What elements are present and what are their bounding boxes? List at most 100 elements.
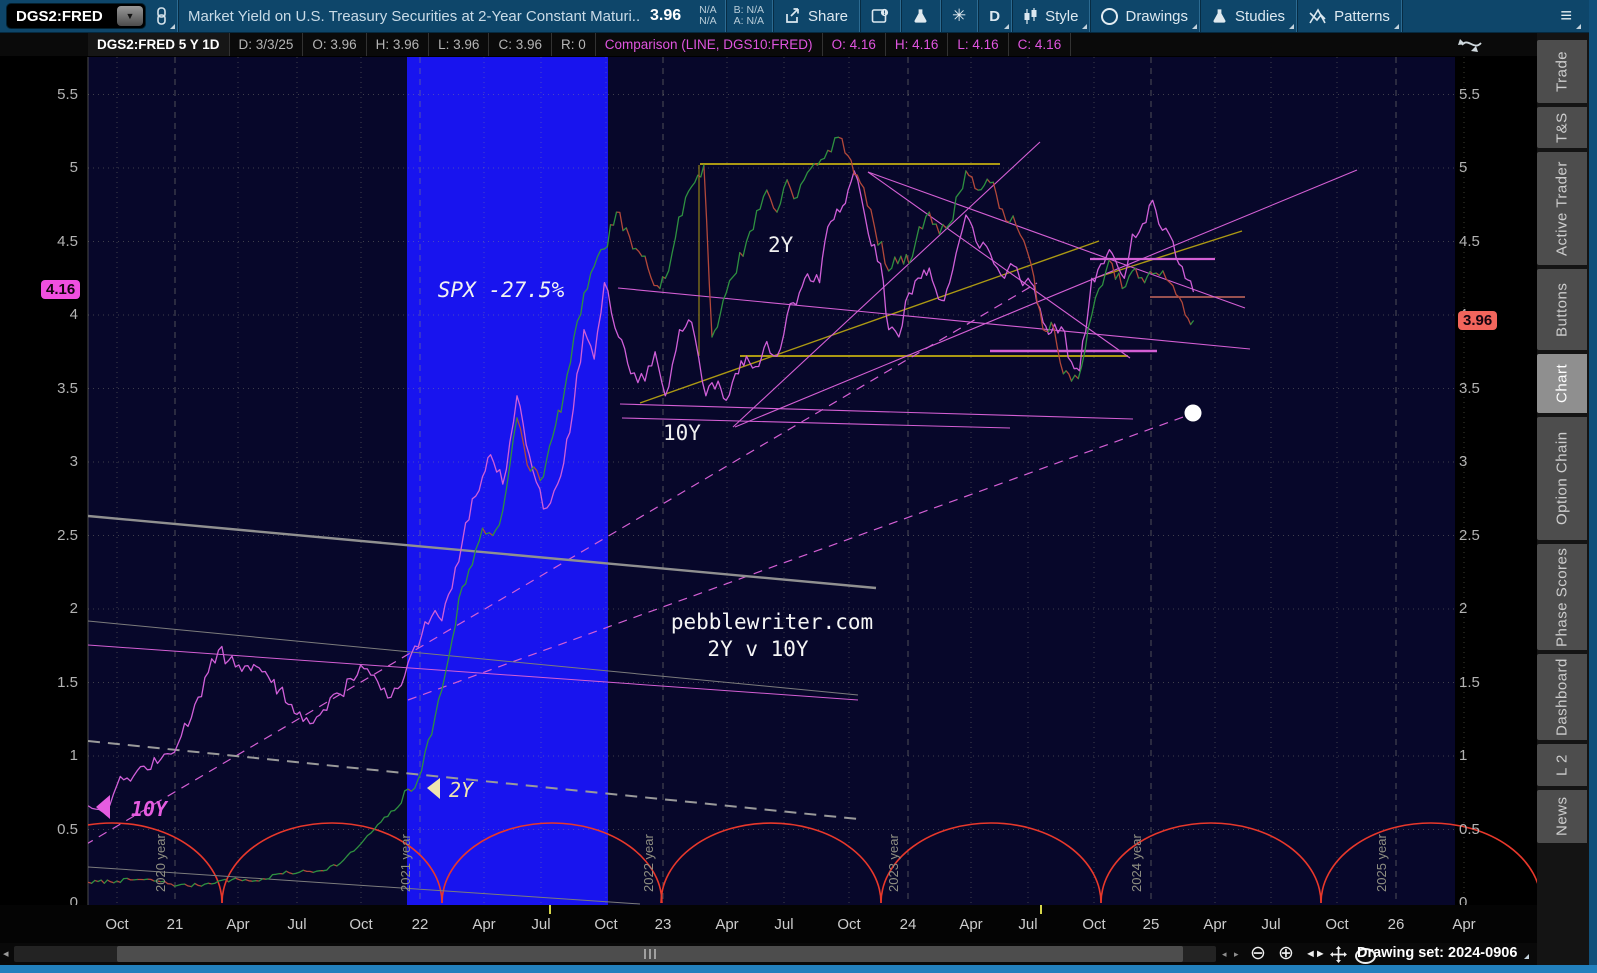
axis-marker-tick [549,905,551,914]
y-axis-label: 5.5 [1459,85,1480,103]
last-price: 3.96 [650,7,682,24]
chart-annotation: 2Y v 10Y [707,637,809,661]
axis-marker-tick [1040,905,1042,914]
sidebar-tab-chart[interactable]: Chart [1537,354,1587,413]
chart-scrollbar-handle[interactable] [117,946,1183,962]
top-toolbar: DGS2:FRED ▼ Market Yield on U.S. Treasur… [0,0,1597,33]
ohlc-field: L: 3.96 [429,33,490,56]
dropdown-corner [1524,954,1530,959]
chart-symbol-info[interactable]: DGS2:FRED 5 Y 1D [88,33,230,56]
sidebar-tab-dashboard[interactable]: Dashboard [1537,654,1587,740]
scrollbar-grip-icon [643,949,657,959]
x-axis-label: 21 [166,916,184,933]
timeframe-button[interactable]: D [978,0,1011,32]
y-axis-label: 3.5 [1459,379,1480,397]
year-label: 2022 year [641,834,656,892]
symbol-input[interactable]: DGS2:FRED ▼ [6,3,146,29]
patterns-button[interactable]: Patterns [1297,0,1401,32]
x-axis-label: Jul [287,916,307,933]
y-axis-label: 2 [1459,600,1468,617]
sidebar-tab-buttons[interactable]: Buttons [1537,269,1587,350]
events-button[interactable]: ! [860,0,900,32]
svg-text:!: ! [883,9,887,17]
chart-scrollbar-track[interactable] [14,946,1216,962]
x-axis-label: Oct [594,916,618,933]
x-axis-label: Oct [1082,916,1106,933]
drawing-set-button[interactable]: Drawing set: 2024-0906 [1357,945,1530,961]
y-axis-label: 4 [69,306,78,323]
drawings-button[interactable]: Drawings [1090,0,1199,32]
last-price-badge: 3.96 [1458,311,1498,330]
scroll-left-icon[interactable]: ◂ [3,947,9,960]
comparison-ohlc-field: C: 4.16 [1009,33,1072,56]
y-axis-label: 4.5 [57,232,78,250]
window-border-bottom [0,965,1597,973]
instrument-title: Market Yield on U.S. Treasury Securities… [188,7,640,25]
dropdown-corner [1393,24,1399,29]
chart-annotation: 10Y [131,797,169,821]
sidebar-tab-trade[interactable]: Trade [1537,40,1587,103]
ohlc-field: C: 3.96 [489,33,552,56]
bid-ask-stack: B: N/A A: N/A [733,4,764,27]
nudge-right-icon[interactable]: ▸ [1234,949,1239,960]
zoom-in-icon[interactable]: ⊕ [1278,943,1294,965]
chart-annotation: pebblewriter.com [671,610,873,634]
y-axis-label: 3.5 [57,379,78,397]
sidebar-tab-l-2[interactable]: L 2 [1537,744,1587,786]
sidebar-tab-news[interactable]: News [1537,790,1587,843]
x-axis-label: 24 [899,916,917,933]
x-axis-label: 23 [654,916,672,933]
zoom-out-icon[interactable]: ⊖ [1250,943,1266,965]
year-label: 2023 year [886,834,901,892]
studies-button[interactable]: Studies [1200,0,1296,32]
y-axis-label: 0.5 [1459,820,1480,838]
cursor-swap-icon[interactable] [1456,35,1486,64]
y-axis-label: 2 [69,600,78,617]
sidebar-tab-phase-scores[interactable]: Phase Scores [1537,544,1587,650]
x-axis-label: 25 [1142,916,1160,933]
comparison-price-badge: 4.16 [41,280,81,299]
sidebar-tab-option-chain[interactable]: Option Chain [1537,417,1587,540]
y-axis-label: 3 [1459,453,1468,470]
chart-annotation: 10Y [663,421,701,445]
beaker-icon [914,8,927,23]
pan-horizontal-icon[interactable]: ◄► [1305,943,1326,965]
y-axis-label: 5 [1459,159,1468,176]
dropdown-corner [1576,24,1581,29]
chart-menu-button[interactable]: ≡ [1549,0,1583,32]
chart-canvas[interactable]: SPX -27.5% 2Y 10Y pebblewriter.com 2Y v 10Y 1… [0,0,1597,973]
x-axis-label: Apr [1452,916,1476,933]
year-label: 2025 year [1374,834,1389,892]
year-label: 2021 year [398,834,413,892]
dropdown-corner [1082,24,1088,29]
ohlc-field: H: 3.96 [367,33,430,56]
sidebar-tab-active-trader[interactable]: Active Trader [1537,152,1587,265]
share-button[interactable]: Share [773,0,859,32]
gear-icon: ✳ [952,6,967,25]
x-axis-label: Jul [1261,916,1281,933]
link-icon [157,7,166,25]
x-axis-label: 26 [1387,916,1405,933]
y-axis-label: 3 [69,453,78,470]
x-axis-label: Oct [1325,916,1349,933]
nudge-left-icon[interactable]: ◂ [1222,949,1227,960]
beaker-icon [1213,8,1226,23]
dropdown-corner [1192,24,1198,29]
analysis-tools-button[interactable] [901,0,940,32]
time-axis[interactable]: Oct 21 Apr Jul Oct 22 Apr Jul Oct 23 Apr Jul Oct 24 Ap… [0,905,1537,943]
sidebar-tab-t-s[interactable]: T&S [1537,107,1587,148]
link-button[interactable] [146,0,177,32]
style-button[interactable]: Style [1012,0,1089,32]
events-icon: ! [871,8,889,23]
ohlc-field: O: 3.96 [303,33,367,56]
symbol-dropdown-button[interactable]: ▼ [117,6,143,26]
thinkorswim-window: DGS2:FRED ▼ Market Yield on U.S. Treasur… [0,0,1597,973]
chart-annotation: SPX -27.5% [438,278,565,302]
comparison-label: Comparison (LINE, DGS10:FRED) [596,33,823,56]
window-border-right [1589,0,1597,973]
comparison-ohlc-field: O: 4.16 [823,33,886,56]
y-axis-label: 5.5 [57,85,78,103]
ellipse-icon [1101,7,1119,25]
ohlc-field: D: 3/3/25 [230,33,304,56]
settings-button[interactable]: ✳ [941,0,977,32]
